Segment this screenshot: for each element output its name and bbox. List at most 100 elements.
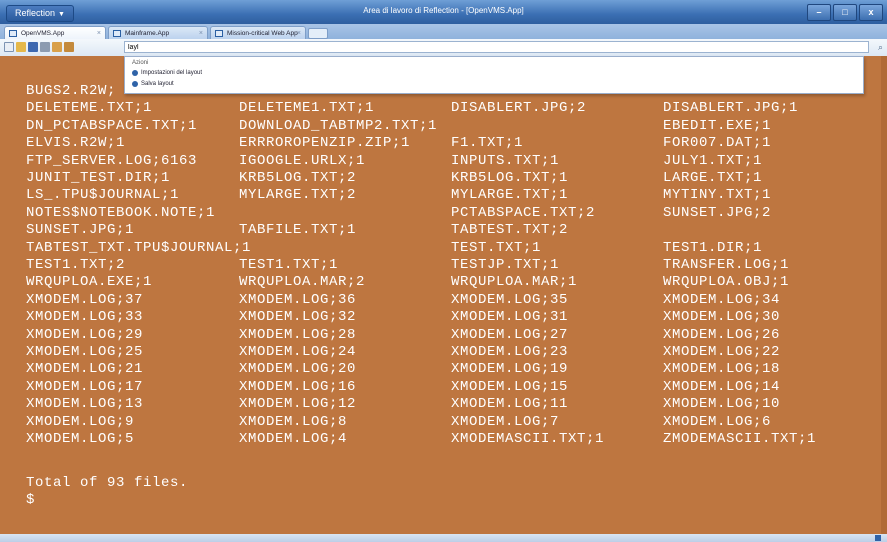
file-entry: IGOOGLE.URLX;1 <box>239 152 366 169</box>
file-entry: MYTINY.TXT;1 <box>663 187 772 204</box>
tab-label: Mainframe.App <box>125 30 170 37</box>
listing-row: XMODEM.LOG;21 XMODEM.LOG;20 XMODEM.LOG;19 X… <box>0 361 880 378</box>
file-entry: WRQUPLOA.EXE;1 <box>26 274 153 291</box>
listing-row: WRQUPLOA.EXE;1 WRQUPLOA.MAR;2 WRQUPLOA.MAR… <box>0 274 880 291</box>
listing-row: TABTEST_TXT.TPU$JOURNAL;1 TEST.TXT;1 TEST1… <box>0 240 880 257</box>
new-file-icon[interactable] <box>4 42 14 52</box>
file-entry: ELVIS.R2W;1 <box>26 135 126 152</box>
file-entry: XMODEM.LOG;20 <box>239 361 357 378</box>
listing-row: XMODEM.LOG;5 XMODEM.LOG;4 XMODEMASCII.TXT;… <box>0 431 880 448</box>
file-entry: DELETEME.TXT;1 <box>26 100 153 117</box>
file-entry: SUNSET.JPG;1 <box>26 222 135 239</box>
file-entry: KRB5LOG.TXT;1 <box>451 170 569 186</box>
copy-icon[interactable] <box>52 42 62 52</box>
listing-row: DN_PCTABSPACE.TXT;1 DOWNLOAD_TABTMP2.TXT;… <box>0 118 880 135</box>
file-entry: EBEDIT.EXE;1 <box>663 117 772 134</box>
tab-label: OpenVMS.App <box>21 30 65 37</box>
window-title: Area di lavoro di Reflection - [OpenVMS.… <box>363 6 524 15</box>
file-entry: XMODEM.LOG;16 <box>239 378 357 395</box>
listing-row: XMODEM.LOG;9 XMODEM.LOG;8 XMODEM.LOG;7 XMOD… <box>0 414 880 431</box>
file-entry: XMODEM.LOG;26 <box>663 326 781 343</box>
tab-mission-critical-web-app[interactable]: Mission-critical Web App × <box>210 26 306 39</box>
file-entry: DOWNLOAD_TABTMP2.TXT;1 <box>239 117 438 134</box>
file-entry: TESTJP.TXT;1 <box>451 257 560 273</box>
listing-row: ELVIS.R2W;1 ERRROROPENZIP.ZIP;1 F1.TXT;1 FO… <box>0 135 880 152</box>
file-entry: XMODEM.LOG;30 <box>663 309 781 326</box>
file-entry: XMODEM.LOG;6 <box>663 413 772 430</box>
listing-row: NOTES$NOTEBOOK.NOTE;1 PCTABSPACE.TXT;2 SUN… <box>0 205 880 222</box>
file-entry: FTP_SERVER.LOG;6163 <box>26 152 198 169</box>
file-entry: XMODEM.LOG;28 <box>239 326 357 343</box>
listing-row: XMODEM.LOG;17 XMODEM.LOG;16 XMODEM.LOG;15 X… <box>0 379 880 396</box>
maximize-button[interactable]: □ <box>833 4 857 21</box>
open-icon[interactable] <box>16 42 26 52</box>
minimize-button[interactable]: – <box>807 4 831 21</box>
file-entry: XMODEM.LOG;7 <box>451 413 560 430</box>
listing-row: XMODEM.LOG;13 XMODEM.LOG;12 XMODEM.LOG;11 X… <box>0 396 880 413</box>
file-entry: LARGE.TXT;1 <box>663 170 763 186</box>
file-entry: NOTES$NOTEBOOK.NOTE;1 <box>26 204 216 221</box>
file-entry: XMODEM.LOG;21 <box>26 361 144 378</box>
tab-label: Mission-critical Web App <box>227 30 298 37</box>
file-entry: XMODEM.LOG;33 <box>26 309 144 326</box>
file-entry: XMODEM.LOG;5 <box>26 431 135 447</box>
tab-openvms-app[interactable]: OpenVMS.App × <box>4 26 106 39</box>
file-entry: JULY1.TXT;1 <box>663 152 763 169</box>
file-entry: XMODEM.LOG;14 <box>663 378 781 395</box>
status-indicator-icon <box>875 535 881 541</box>
file-entry: WRQUPLOA.MAR;2 <box>239 274 366 291</box>
file-entry: TEST1.TXT;1 <box>239 257 339 273</box>
dropdown-header: Azioni <box>132 60 149 66</box>
listing-row: XMODEM.LOG;25 XMODEM.LOG;24 XMODEM.LOG;23 X… <box>0 344 880 361</box>
file-entry: XMODEM.LOG;24 <box>239 344 357 360</box>
file-entry: XMODEM.LOG;37 <box>26 291 144 308</box>
dropdown-item-layout-settings[interactable]: Impostazioni del layout <box>132 69 202 78</box>
file-entry: TEST.TXT;1 <box>451 239 542 256</box>
tab-mainframe-app[interactable]: Mainframe.App × <box>108 26 208 39</box>
file-entry: DELETEME1.TXT;1 <box>239 100 375 117</box>
close-button[interactable]: x <box>859 4 883 21</box>
dropdown-item-save-layout[interactable]: Salva layout <box>132 80 174 89</box>
file-entry: JUNIT_TEST.DIR;1 <box>26 170 171 186</box>
quick-access-toolbar: ⌕ <box>0 39 887 57</box>
search-input[interactable] <box>124 41 869 53</box>
file-entry: XMODEM.LOG;17 <box>26 378 144 395</box>
file-entry: XMODEM.LOG;25 <box>26 344 144 360</box>
listing-row: JUNIT_TEST.DIR;1 KRB5LOG.TXT;2 KRB5LOG.TXT… <box>0 170 880 187</box>
file-entry: DN_PCTABSPACE.TXT;1 <box>26 117 198 134</box>
file-entry: XMODEM.LOG;15 <box>451 378 569 395</box>
file-entry: LS_.TPU$JOURNAL;1 <box>26 187 180 204</box>
file-entry: F1.TXT;1 <box>451 135 524 152</box>
terminal-screen[interactable]: BUGS2.R2W; DELETEME.TXT;1 DELETEME1.TXT;1 D… <box>0 56 887 534</box>
print-icon[interactable] <box>40 42 50 52</box>
tab-strip: OpenVMS.App × Mainframe.App × Mission-cr… <box>0 24 887 39</box>
search-icon[interactable]: ⌕ <box>878 42 883 52</box>
save-icon[interactable] <box>28 42 38 52</box>
window-controls: – □ x <box>807 4 883 21</box>
file-entry: FOR007.DAT;1 <box>663 135 772 152</box>
new-tab-button[interactable] <box>308 28 328 39</box>
file-entry: XMODEM.LOG;9 <box>26 413 135 430</box>
title-bar: Reflection ▼ Area di lavoro di Reflection… <box>0 0 887 24</box>
file-entry: ERRROROPENZIP.ZIP;1 <box>239 135 411 152</box>
paste-icon[interactable] <box>64 42 74 52</box>
terminal-scrollbar[interactable] <box>881 56 887 534</box>
file-entry: XMODEM.LOG;19 <box>451 361 569 378</box>
file-entry: MYLARGE.TXT;1 <box>451 187 569 204</box>
file-entry: WRQUPLOA.MAR;1 <box>451 274 578 291</box>
listing-row: LS_.TPU$JOURNAL;1 MYLARGE.TXT;2 MYLARGE.TX… <box>0 187 880 204</box>
total-files-line: Total of 93 files. <box>26 475 189 491</box>
file-entry: INPUTS.TXT;1 <box>451 152 560 169</box>
file-entry: PCTABSPACE.TXT;2 <box>451 204 596 221</box>
save-layout-icon <box>132 81 138 87</box>
file-entry: TRANSFER.LOG;1 <box>663 257 790 273</box>
file-entry: KRB5LOG.TXT;2 <box>239 170 357 186</box>
file-entry: XMODEM.LOG;18 <box>663 361 781 378</box>
file-entry: TABTEST_TXT.TPU$JOURNAL;1 <box>26 239 252 256</box>
dropdown-item-label: Salva layout <box>141 81 174 87</box>
dropdown-item-label: Impostazioni del layout <box>141 70 203 76</box>
terminal-icon <box>9 30 17 37</box>
status-bar <box>0 534 887 542</box>
terminal-icon <box>113 30 121 37</box>
file-entry: TEST1.DIR;1 <box>663 239 763 256</box>
